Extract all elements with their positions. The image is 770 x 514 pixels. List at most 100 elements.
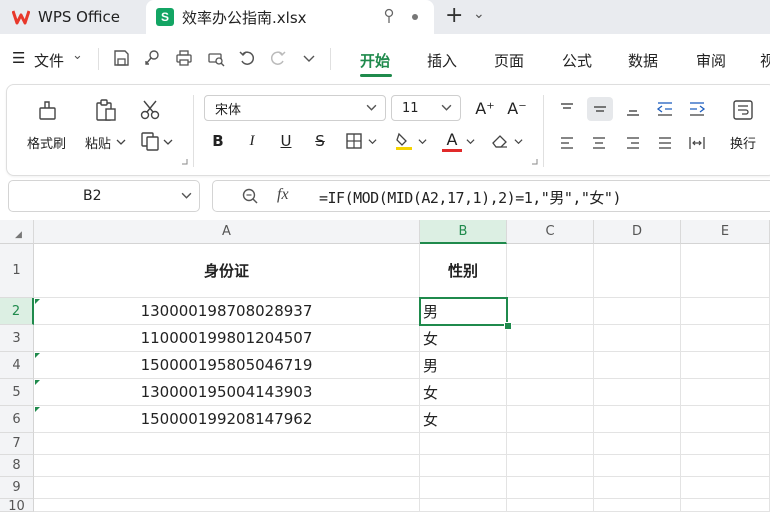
tab-view[interactable]: 视 (760, 50, 770, 71)
cell-e10[interactable] (681, 499, 770, 512)
tab-list-chevron-icon[interactable]: ⌄ (473, 6, 485, 22)
font-launcher-icon[interactable] (530, 157, 538, 165)
cell-b5[interactable]: 女 (420, 379, 507, 406)
cell-c4[interactable] (507, 352, 594, 379)
tab-insert[interactable]: 插入 (427, 50, 457, 71)
cell-c5[interactable] (507, 379, 594, 406)
align-top-icon[interactable] (555, 97, 579, 121)
column-header-a[interactable]: A (34, 220, 420, 244)
cell-e5[interactable] (681, 379, 770, 406)
save-icon[interactable] (110, 47, 132, 69)
decrease-indent-icon[interactable] (653, 97, 677, 121)
cell-e3[interactable] (681, 325, 770, 352)
cell-c2[interactable] (507, 298, 594, 325)
cell-d8[interactable] (594, 455, 681, 477)
zoom-search-icon[interactable] (241, 187, 259, 209)
unsaved-dot-icon[interactable] (410, 9, 420, 29)
cell-c8[interactable] (507, 455, 594, 477)
cell-c3[interactable] (507, 325, 594, 352)
cell-c10[interactable] (507, 499, 594, 512)
cell-d2[interactable] (594, 298, 681, 325)
font-color-button[interactable]: A (441, 127, 463, 151)
tab-wps-office[interactable]: WPS Office (0, 0, 146, 34)
pin-icon[interactable] (382, 8, 396, 28)
cell-b10[interactable] (420, 499, 507, 512)
cell-d10[interactable] (594, 499, 681, 512)
copy-chevron-icon[interactable] (162, 135, 174, 149)
cell-b9[interactable] (420, 477, 507, 499)
row-header-7[interactable]: 7 (0, 433, 34, 455)
cell-c1[interactable] (507, 244, 594, 298)
fill-color-icon[interactable] (393, 129, 415, 153)
cell-e7[interactable] (681, 433, 770, 455)
redo-icon[interactable] (267, 47, 289, 69)
tab-data[interactable]: 数据 (628, 50, 658, 71)
row-header-6[interactable]: 6 (0, 406, 34, 433)
print-icon[interactable] (173, 47, 195, 69)
underline-button[interactable]: U (275, 129, 297, 153)
clear-format-chevron-icon[interactable] (513, 134, 523, 148)
column-header-e[interactable]: E (681, 220, 770, 244)
cell-a1[interactable]: 身份证 (34, 244, 420, 298)
row-header-5[interactable]: 5 (0, 379, 34, 406)
hamburger-menu-icon[interactable]: ☰ (12, 49, 25, 67)
row-header-1[interactable]: 1 (0, 244, 34, 298)
font-size-select[interactable]: 11 (391, 95, 461, 121)
wrap-text-icon[interactable] (729, 97, 757, 123)
borders-icon[interactable] (343, 129, 365, 153)
cell-e9[interactable] (681, 477, 770, 499)
align-center-icon[interactable] (587, 131, 611, 155)
row-header-4[interactable]: 4 (0, 352, 34, 379)
formula-bar[interactable]: fx =IF(MOD(MID(A2,17,1),2)=1,"男","女") (212, 180, 770, 212)
name-box-chevron-icon[interactable] (181, 190, 192, 205)
clipboard-launcher-icon[interactable] (180, 157, 188, 165)
cell-e6[interactable] (681, 406, 770, 433)
cell-d9[interactable] (594, 477, 681, 499)
italic-button[interactable]: I (241, 129, 263, 153)
tab-page[interactable]: 页面 (494, 50, 524, 71)
cell-a5[interactable]: 130000195004143903 (34, 379, 420, 406)
function-fx-button[interactable]: fx (277, 186, 289, 204)
font-name-select[interactable]: 宋体 (204, 95, 386, 121)
row-header-8[interactable]: 8 (0, 455, 34, 477)
cell-b4[interactable]: 男 (420, 352, 507, 379)
font-color-chevron-icon[interactable] (465, 134, 475, 148)
tab-formula[interactable]: 公式 (562, 50, 592, 71)
cell-a2[interactable]: 130000198708028937 (34, 298, 420, 325)
fill-handle[interactable] (504, 322, 512, 330)
print-preview-icon[interactable] (205, 47, 227, 69)
align-right-icon[interactable] (621, 131, 645, 155)
grow-font-button[interactable]: A⁺ (473, 95, 497, 121)
paste-label[interactable]: 粘贴 (85, 133, 111, 152)
menu-file[interactable]: 文件 (34, 50, 64, 71)
cell-b3[interactable]: 女 (420, 325, 507, 352)
format-painter-icon[interactable] (35, 97, 61, 123)
cell-a8[interactable] (34, 455, 420, 477)
share-icon[interactable] (141, 47, 163, 69)
cell-a3[interactable]: 110000199801204507 (34, 325, 420, 352)
increase-indent-icon[interactable] (685, 97, 709, 121)
column-header-c[interactable]: C (507, 220, 594, 244)
tab-home[interactable]: 开始 (360, 50, 390, 71)
row-header-3[interactable]: 3 (0, 325, 34, 352)
clear-format-eraser-icon[interactable] (489, 129, 511, 153)
cell-e1[interactable] (681, 244, 770, 298)
cell-c7[interactable] (507, 433, 594, 455)
align-middle-icon[interactable] (587, 97, 613, 121)
copy-icon[interactable] (139, 130, 161, 152)
paste-chevron-icon[interactable] (115, 135, 127, 149)
cell-b1[interactable]: 性别 (420, 244, 507, 298)
tab-review[interactable]: 审阅 (696, 50, 726, 71)
undo-icon[interactable] (236, 47, 258, 69)
cell-d4[interactable] (594, 352, 681, 379)
borders-chevron-icon[interactable] (367, 134, 377, 148)
fill-color-chevron-icon[interactable] (417, 134, 427, 148)
wrap-text-label[interactable]: 换行 (730, 133, 756, 152)
cell-a10[interactable] (34, 499, 420, 512)
cell-d1[interactable] (594, 244, 681, 298)
select-all-corner[interactable]: ◢ (0, 220, 34, 244)
name-box[interactable]: B2 (8, 180, 200, 212)
cell-c9[interactable] (507, 477, 594, 499)
justify-icon[interactable] (653, 131, 677, 155)
cell-a9[interactable] (34, 477, 420, 499)
